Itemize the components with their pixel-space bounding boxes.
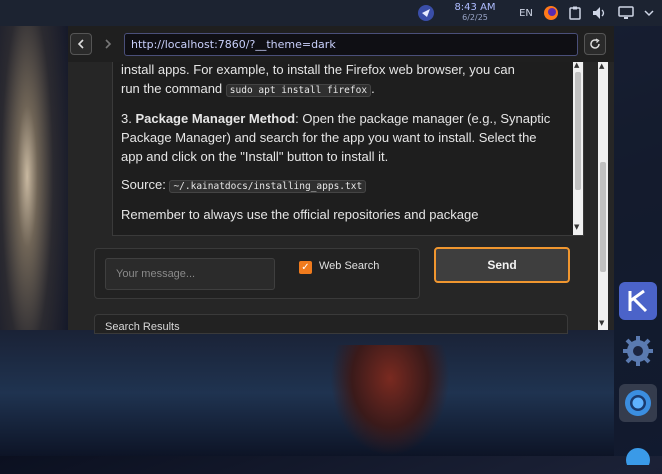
chat-scrollbar[interactable]: ▲ ▼	[573, 62, 583, 235]
search-results-label: Search Results	[105, 321, 180, 333]
dock-app-kainat-icon[interactable]	[619, 282, 657, 320]
search-results-panel: Search Results	[94, 314, 568, 334]
send-button[interactable]: Send	[434, 247, 570, 283]
page-scroll-up-icon[interactable]: ▲	[599, 62, 604, 70]
dock-settings-gear-icon[interactable]	[619, 332, 657, 370]
dock-chromium-icon[interactable]	[619, 384, 657, 422]
reload-icon	[590, 38, 600, 49]
wallpaper-bottom	[0, 330, 614, 456]
reminder-text: Remember to always use the official repo…	[121, 207, 479, 222]
checkmark-icon: ✓	[301, 262, 310, 273]
scroll-down-icon[interactable]: ▼	[574, 223, 579, 231]
clock-time: 8:43 AM	[454, 2, 496, 13]
language-indicator[interactable]: EN	[514, 0, 538, 26]
page-content: install apps. For example, to install th…	[68, 62, 614, 334]
page-scrollbar-thumb[interactable]	[600, 162, 606, 272]
browser-toolbar: http://localhost:7860/?__theme=dark	[68, 26, 614, 62]
back-button[interactable]	[70, 33, 92, 55]
url-bar[interactable]: http://localhost:7860/?__theme=dark	[124, 33, 578, 56]
display-icon[interactable]	[616, 0, 636, 26]
chevron-left-icon	[77, 39, 84, 49]
forward-button[interactable]	[97, 33, 119, 55]
app-dock	[614, 26, 662, 465]
source-label: Source:	[121, 177, 166, 192]
input-panel: ✓ Web Search	[94, 248, 420, 299]
method-number: 3.	[121, 111, 132, 126]
method-title: Package Manager Method	[135, 111, 296, 126]
system-top-bar: 8:43 AM 6/2/25 EN	[0, 0, 662, 26]
browser-window: http://localhost:7860/?__theme=dark inst…	[68, 26, 614, 334]
chevron-right-icon	[105, 39, 112, 49]
volume-icon[interactable]	[590, 0, 610, 26]
web-search-label[interactable]: Web Search	[319, 260, 379, 272]
page-scrollbar[interactable]: ▲ ▼	[598, 62, 608, 330]
chat-scrollbar-thumb[interactable]	[575, 72, 581, 190]
dock-app-icon[interactable]	[619, 436, 657, 474]
reload-button[interactable]	[584, 33, 606, 55]
scroll-up-icon[interactable]: ▲	[574, 62, 579, 69]
assistant-message: install apps. For example, to install th…	[121, 62, 551, 222]
page-scroll-down-icon[interactable]: ▼	[599, 319, 604, 327]
chevron-down-icon[interactable]	[640, 0, 658, 26]
firefox-icon[interactable]	[540, 0, 562, 26]
command-code: sudo apt install firefox	[225, 84, 372, 97]
web-search-checkbox[interactable]: ✓	[299, 261, 312, 274]
message-line-2: run the command	[121, 81, 223, 96]
app-launcher-icon[interactable]	[414, 0, 438, 26]
clock-date: 6/2/25	[462, 13, 488, 22]
chat-output[interactable]: install apps. For example, to install th…	[112, 62, 584, 236]
message-input[interactable]	[105, 258, 275, 290]
clock[interactable]: 8:43 AM 6/2/25	[448, 0, 502, 26]
clipboard-icon[interactable]	[565, 0, 585, 26]
message-line-1: install apps. For example, to install th…	[121, 62, 515, 77]
wallpaper-figure	[330, 345, 450, 456]
source-path-code: ~/.kainatdocs/installing_apps.txt	[169, 180, 367, 193]
